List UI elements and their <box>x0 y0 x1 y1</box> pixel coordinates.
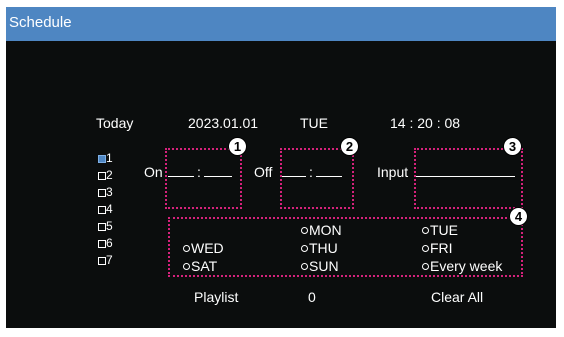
clear-all-button[interactable]: Clear All <box>431 289 483 305</box>
off-time-label: Off <box>254 164 273 180</box>
playlist-value: 0 <box>308 289 316 305</box>
playlist-label[interactable]: Playlist <box>194 289 238 305</box>
schedule-slot-6[interactable]: 6 <box>98 236 113 250</box>
input-label: Input <box>377 164 409 180</box>
schedule-slot-3[interactable]: 3 <box>98 185 113 199</box>
slot-number: 6 <box>106 236 113 250</box>
callout-box-4 <box>168 217 523 277</box>
callout-badge-4: 4 <box>509 207 528 226</box>
callout-box-2 <box>280 148 354 209</box>
current-time: 14 : 20 : 08 <box>390 115 461 131</box>
schedule-screen: Schedule Today 2023.01.01 TUE 14 : 20 : … <box>6 7 556 328</box>
callout-badge-1: 1 <box>228 137 247 156</box>
schedule-slot-4[interactable]: 4 <box>98 202 113 216</box>
schedule-slot-7[interactable]: 7 <box>98 253 113 267</box>
schedule-slot-1[interactable]: 1 <box>98 151 113 165</box>
checkbox-icon <box>98 206 106 214</box>
checkbox-icon <box>98 240 106 248</box>
callout-box-1 <box>165 148 242 209</box>
today-label: Today <box>96 115 134 131</box>
schedule-slot-5[interactable]: 5 <box>98 219 113 233</box>
schedule-slot-2[interactable]: 2 <box>98 168 113 182</box>
callout-box-3 <box>414 148 523 209</box>
slot-number: 4 <box>106 202 113 216</box>
current-weekday: TUE <box>300 115 328 131</box>
slot-number: 2 <box>106 168 113 182</box>
header-title: Schedule <box>9 14 72 31</box>
slot-number: 7 <box>106 253 113 267</box>
checkbox-icon <box>98 257 106 265</box>
checkbox-icon <box>98 189 106 197</box>
checkbox-icon <box>98 223 106 231</box>
slot-number: 1 <box>106 151 113 165</box>
on-time-label: On <box>144 164 163 180</box>
slot-number: 5 <box>106 219 113 233</box>
header-bar: Schedule <box>6 7 556 41</box>
current-date: 2023.01.01 <box>188 115 259 131</box>
checkbox-icon <box>98 172 106 180</box>
checkbox-icon <box>98 155 106 163</box>
callout-badge-2: 2 <box>340 137 359 156</box>
slot-number: 3 <box>106 185 113 199</box>
callout-badge-3: 3 <box>503 137 522 156</box>
